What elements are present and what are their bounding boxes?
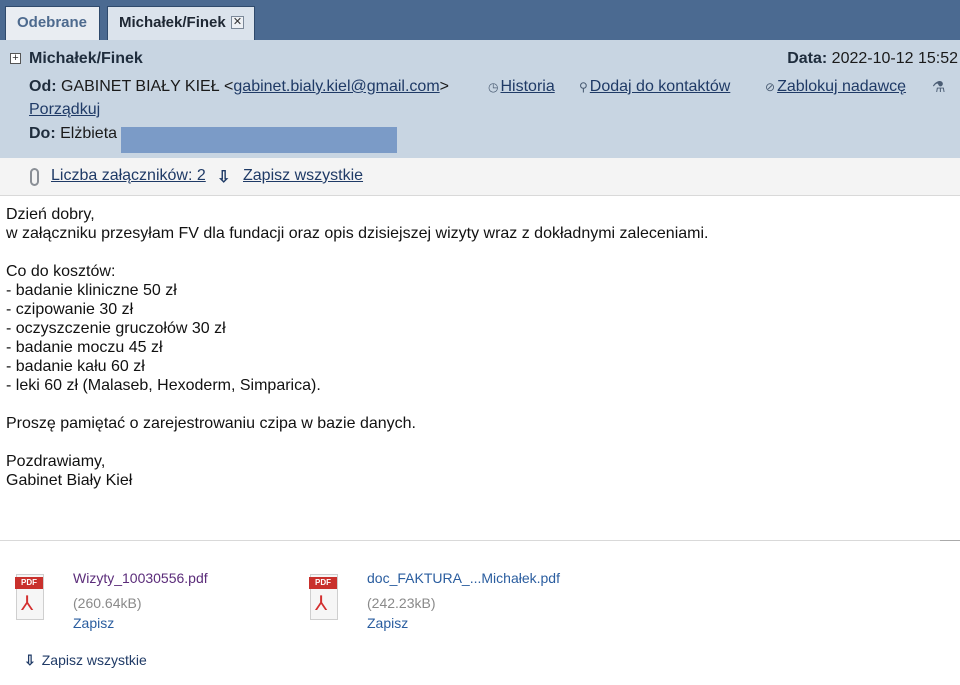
message-line: Co do kosztów: xyxy=(6,263,116,280)
bottom-save-all-label: Zapisz wszystkie xyxy=(41,652,147,668)
tab-bar: Odebrane Michałek/Finek ✕ xyxy=(0,0,960,40)
message-line: Dzień dobry, xyxy=(6,206,95,223)
block-sender-link[interactable]: Zablokuj nadawcę xyxy=(777,78,906,95)
history-link[interactable]: Historia xyxy=(500,78,554,95)
to-row: Do: Elżbieta xyxy=(29,125,117,143)
from-name: GABINET BIAŁY KIEŁ < xyxy=(61,78,234,95)
save-all-link[interactable]: Zapisz wszystkie xyxy=(243,167,363,185)
pdf-file-icon[interactable]: PDF ⅄ xyxy=(15,574,44,620)
redacted-recipient xyxy=(121,127,397,153)
divider-end xyxy=(940,533,960,541)
acrobat-icon: ⅄ xyxy=(315,593,328,615)
message-line: Gabinet Biały Kieł xyxy=(6,472,133,489)
add-contact-link[interactable]: Dodaj do kontaktów xyxy=(590,78,731,95)
attachment-name-2[interactable]: doc_FAKTURA_...Michałek.pdf xyxy=(367,570,560,586)
attachment-name-1[interactable]: Wizyty_10030556.pdf xyxy=(73,570,208,586)
save-all-icon[interactable]: ⇩ xyxy=(217,167,230,187)
bottom-save-all[interactable]: ⇩ Zapisz wszystkie xyxy=(24,652,147,669)
message-line: - leki 60 zł (Malaseb, Hexoderm, Simpari… xyxy=(6,377,321,394)
divider xyxy=(0,540,960,541)
message-line xyxy=(6,433,946,452)
message-line: - badanie kliniczne 50 zł xyxy=(6,282,177,299)
from-email-link[interactable]: gabinet.bialy.kiel@gmail.com xyxy=(233,78,439,95)
acrobat-icon: ⅄ xyxy=(21,593,34,615)
pdf-tag: PDF xyxy=(309,577,337,589)
organize-link[interactable]: Porządkuj xyxy=(29,101,100,118)
date-label: Data: xyxy=(787,50,828,67)
message-body: Dzień dobry, w załączniku przesyłam FV dl… xyxy=(6,205,946,490)
attachment-save-2[interactable]: Zapisz xyxy=(367,615,408,631)
message-line: - czipowanie 30 zł xyxy=(6,301,134,318)
from-label: Od: xyxy=(29,78,57,95)
add-contact-icon: ⚲ xyxy=(579,80,588,94)
from-close: > xyxy=(439,78,449,95)
date-value: 2022-10-12 15:52 xyxy=(831,50,958,67)
message-header: + Michałek/Finek Data: 2022-10-12 15:52 … xyxy=(0,40,960,158)
attachments-count-link[interactable]: Liczba załączników: 2 xyxy=(51,167,206,185)
attachment-size-2: (242.23kB) xyxy=(367,595,436,611)
message-line: w załączniku przesyłam FV dla fundacji o… xyxy=(6,225,709,242)
organize-row: Porządkuj xyxy=(29,101,100,119)
block-sender-action[interactable]: ⊘ Zablokuj nadawcę xyxy=(765,78,906,96)
message-line: Proszę pamiętać o zarejestrowaniu czipa … xyxy=(6,415,416,432)
attachment-save-1[interactable]: Zapisz xyxy=(73,615,114,631)
expand-icon[interactable]: + xyxy=(10,53,21,64)
message-line: - oczyszczenie gruczołów 30 zł xyxy=(6,320,226,337)
tab-odebrane[interactable]: Odebrane xyxy=(5,6,100,40)
history-action[interactable]: ◷ Historia xyxy=(488,78,555,96)
block-icon: ⊘ xyxy=(765,80,776,94)
attachments-bar: Liczba załączników: 2 ⇩ Zapisz wszystkie xyxy=(0,158,960,196)
message-line: - badanie kału 60 zł xyxy=(6,358,145,375)
tab-message[interactable]: Michałek/Finek ✕ xyxy=(107,6,255,40)
save-all-icon: ⇩ xyxy=(24,652,36,668)
to-label: Do: xyxy=(29,125,56,142)
clock-icon: ◷ xyxy=(488,80,499,94)
organize-icon[interactable]: ⚗ xyxy=(932,78,947,97)
tab-message-label: Michałek/Finek xyxy=(119,14,226,31)
add-contact-action[interactable]: ⚲ Dodaj do kontaktów xyxy=(579,78,730,96)
pdf-tag: PDF xyxy=(15,577,43,589)
paperclip-icon xyxy=(30,168,39,186)
pdf-file-icon[interactable]: PDF ⅄ xyxy=(309,574,338,620)
from-row: Od: GABINET BIAŁY KIEŁ <gabinet.bialy.ki… xyxy=(29,78,449,96)
attachment-size-1: (260.64kB) xyxy=(73,595,142,611)
close-icon[interactable]: ✕ xyxy=(231,16,244,29)
message-subject: Michałek/Finek xyxy=(29,50,143,67)
to-name: Elżbieta xyxy=(60,125,118,142)
message-line xyxy=(6,395,946,414)
message-line: - badanie moczu 45 zł xyxy=(6,339,163,356)
message-date: Data: 2022-10-12 15:52 xyxy=(787,50,958,68)
message-line xyxy=(6,243,946,262)
message-line: Pozdrawiamy, xyxy=(6,453,106,470)
